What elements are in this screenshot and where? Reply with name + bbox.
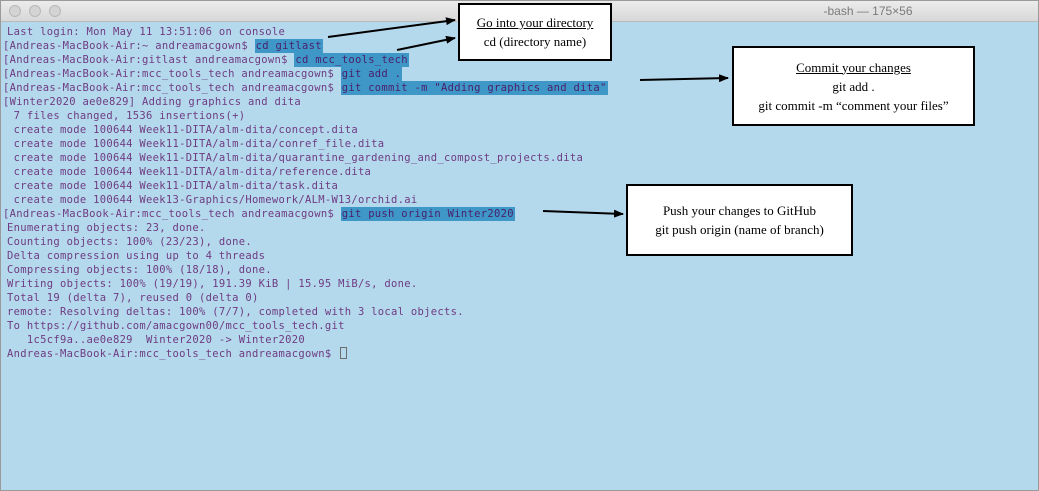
terminal-line-text: create mode 100644 Week11-DITA/alm-dita/… — [7, 152, 584, 164]
minimize-button[interactable] — [29, 5, 41, 17]
terminal-line-text: create mode 100644 Week11-DITA/alm-dita/… — [7, 180, 339, 192]
callout-commit-line1: git add . — [832, 78, 875, 94]
terminal-line-text: [Andreas-MacBook-Air:gitlast andreamacgo… — [3, 54, 295, 66]
terminal-line-text: [Andreas-MacBook-Air:mcc_tools_tech andr… — [3, 208, 341, 220]
terminal-line: Last login: Mon May 11 13:51:06 on conso… — [7, 25, 285, 39]
terminal-line: Writing objects: 100% (19/19), 191.39 Ki… — [7, 277, 418, 291]
terminal-line: [Andreas-MacBook-Air:mcc_tools_tech andr… — [3, 67, 403, 81]
terminal-line-text: Andreas-MacBook-Air:mcc_tools_tech andre… — [7, 348, 339, 360]
terminal-line-text: [Andreas-MacBook-Air:mcc_tools_tech andr… — [3, 82, 341, 94]
terminal-line: [Andreas-MacBook-Air:~ andreamacgown$ cd… — [3, 39, 323, 53]
callout-push-line1: Push your changes to GitHub — [662, 203, 817, 218]
terminal-line: [Winter2020 ae0e829] Adding graphics and… — [3, 95, 301, 109]
terminal-line-text: create mode 100644 Week11-DITA/alm-dita/… — [7, 138, 385, 150]
terminal-line-text: Delta compression using up to 4 threads — [7, 250, 266, 262]
terminal-command: cd mcc_tools_tech — [294, 53, 409, 67]
terminal-line: Enumerating objects: 23, done. — [7, 221, 206, 235]
terminal-line: 7 files changed, 1536 insertions(+) — [7, 109, 245, 123]
terminal-line: create mode 100644 Week11-DITA/alm-dita/… — [7, 151, 583, 165]
terminal-line-text: [Andreas-MacBook-Air:~ andreamacgown$ — [3, 40, 255, 52]
terminal-line: Compressing objects: 100% (18/18), done. — [7, 263, 272, 277]
terminal-line: [Andreas-MacBook-Air:mcc_tools_tech andr… — [3, 81, 608, 95]
terminal-line: create mode 100644 Week11-DITA/alm-dita/… — [7, 165, 371, 179]
callout-directory-body: cd (directory name) — [483, 34, 587, 49]
zoom-button[interactable] — [49, 5, 61, 17]
terminal-line: create mode 100644 Week13-Graphics/Homew… — [7, 193, 418, 207]
callout-push-line2: git push origin (name of branch) — [655, 222, 824, 237]
callout-commit-line2: git commit -m “comment your files” — [758, 97, 949, 113]
terminal-line-text: [Winter2020 ae0e829] Adding graphics and… — [3, 96, 301, 108]
terminal-line-text: Enumerating objects: 23, done. — [7, 222, 206, 234]
terminal-line-text: Total 19 (delta 7), reused 0 (delta 0) — [7, 292, 259, 304]
terminal-line-text: To https://github.com/amacgown00/mcc_too… — [7, 320, 345, 332]
terminal-line-text: Last login: Mon May 11 13:51:06 on conso… — [7, 26, 286, 38]
terminal-line-text: create mode 100644 Week13-Graphics/Homew… — [7, 194, 418, 206]
terminal-line-text: Counting objects: 100% (23/23), done. — [7, 236, 252, 248]
terminal-line-text: create mode 100644 Week11-DITA/alm-dita/… — [7, 124, 358, 136]
terminal-line: To https://github.com/amacgown00/mcc_too… — [7, 319, 345, 333]
terminal-line: 1c5cf9a..ae0e829 Winter2020 -> Winter202… — [7, 333, 305, 347]
terminal-line: remote: Resolving deltas: 100% (7/7), co… — [7, 305, 464, 319]
terminal-cursor — [340, 347, 348, 359]
terminal-line-text: create mode 100644 Week11-DITA/alm-dita/… — [7, 166, 372, 178]
terminal-line-text: Writing objects: 100% (19/19), 191.39 Ki… — [7, 278, 418, 290]
terminal-line-text: 7 files changed, 1536 insertions(+) — [7, 110, 246, 122]
terminal-line: create mode 100644 Week11-DITA/alm-dita/… — [7, 179, 338, 193]
terminal-line: Andreas-MacBook-Air:mcc_tools_tech andre… — [7, 347, 348, 361]
callout-directory-title: Go into your directory — [476, 15, 594, 30]
terminal-line: Delta compression using up to 4 threads — [7, 249, 265, 263]
terminal-line: [Andreas-MacBook-Air:gitlast andreamacgo… — [3, 53, 409, 67]
callout-directory: Go into your directory cd (directory nam… — [458, 3, 612, 61]
terminal-line-text: 1c5cf9a..ae0e829 Winter2020 -> Winter202… — [7, 334, 305, 346]
terminal-command: git add . — [340, 67, 403, 81]
callout-commit: Commit your changes git add . git commit… — [732, 46, 975, 126]
terminal-line: Total 19 (delta 7), reused 0 (delta 0) — [7, 291, 259, 305]
close-button[interactable] — [9, 5, 21, 17]
terminal-command: git push origin Winter2020 — [340, 207, 515, 221]
window-title: -bash — 175×56 — [823, 4, 913, 18]
terminal-command: git commit -m "Adding graphics and dita" — [340, 81, 608, 95]
terminal-line-text: [Andreas-MacBook-Air:mcc_tools_tech andr… — [3, 68, 341, 80]
terminal-line-text: Compressing objects: 100% (18/18), done. — [7, 264, 272, 276]
terminal-line: [Andreas-MacBook-Air:mcc_tools_tech andr… — [3, 207, 515, 221]
terminal-line-text: remote: Resolving deltas: 100% (7/7), co… — [7, 306, 464, 318]
terminal-command: cd gitlast — [254, 39, 323, 53]
terminal-line: create mode 100644 Week11-DITA/alm-dita/… — [7, 137, 385, 151]
terminal-line: Counting objects: 100% (23/23), done. — [7, 235, 252, 249]
callout-push: Push your changes to GitHub git push ori… — [626, 184, 853, 256]
callout-commit-title: Commit your changes — [796, 59, 911, 75]
terminal-line: create mode 100644 Week11-DITA/alm-dita/… — [7, 123, 358, 137]
